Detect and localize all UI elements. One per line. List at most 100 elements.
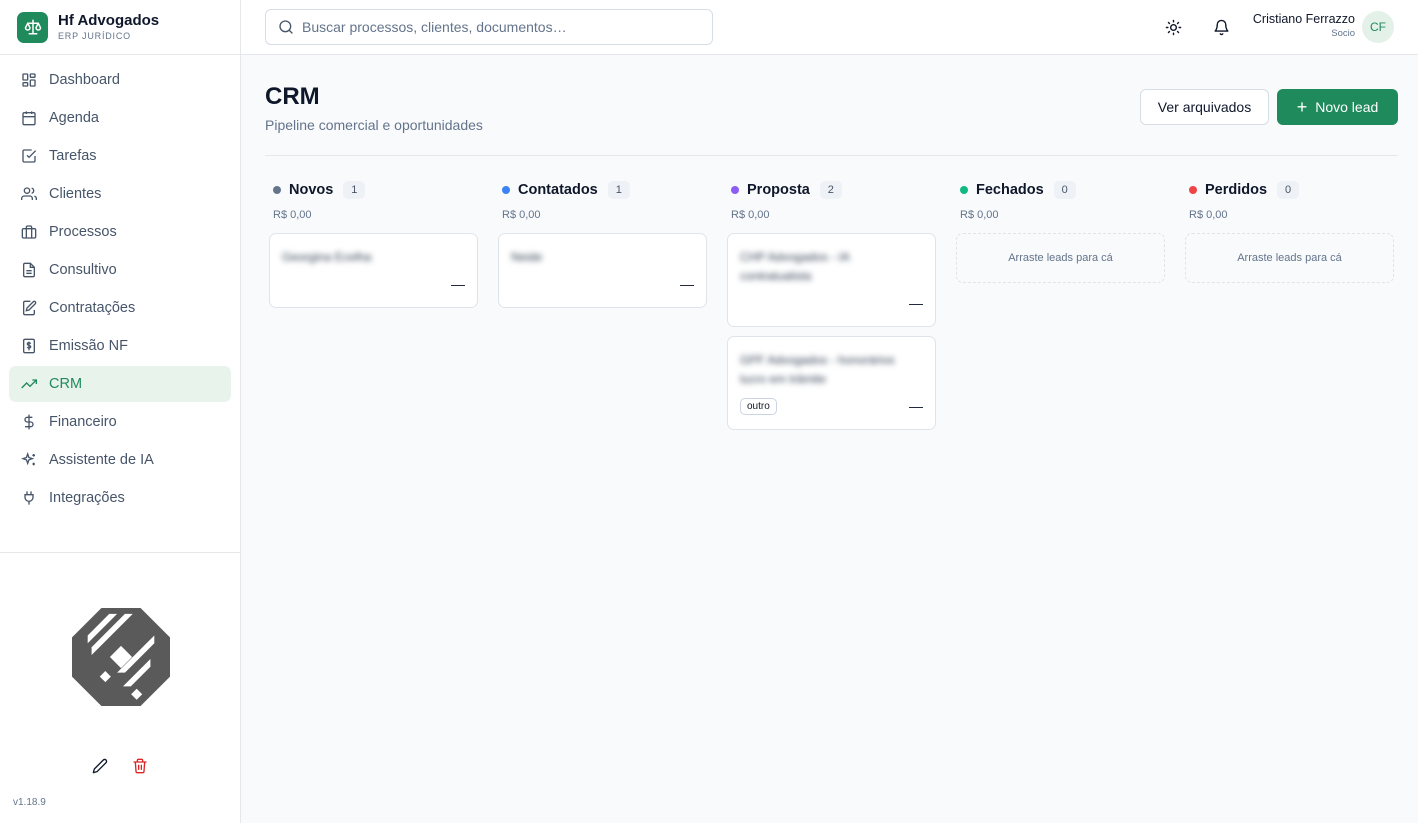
sidebar-item-label: Assistente de IA xyxy=(49,452,154,468)
column-total: R$ 0,00 xyxy=(273,209,312,221)
sidebar-item-assistente-ia[interactable]: Assistente de IA xyxy=(9,442,231,478)
lead-card[interactable]: GPF Advogados - honorários lucro em trâm… xyxy=(727,336,936,430)
pipeline-column-novos: Novos 1 R$ 0,00 Georgina Ecelha — xyxy=(269,181,478,308)
sidebar-item-processos[interactable]: Processos xyxy=(9,214,231,250)
column-count-badge: 0 xyxy=(1277,181,1300,199)
trash-icon[interactable] xyxy=(130,756,150,776)
lead-card-title: Neide xyxy=(511,250,543,264)
drop-zone[interactable]: Arraste leads para cá xyxy=(956,233,1165,283)
sidebar-item-label: Integrações xyxy=(49,490,125,506)
calendar-icon xyxy=(22,111,36,126)
theme-toggle-button[interactable] xyxy=(1162,16,1184,38)
lead-card-value: — xyxy=(909,295,923,311)
user-info[interactable]: Cristiano Ferrazzo Socio xyxy=(1253,12,1355,41)
lead-card[interactable]: Neide — xyxy=(498,233,707,308)
notifications-button[interactable] xyxy=(1210,16,1232,38)
sidebar-item-label: Consultivo xyxy=(49,262,117,278)
plug-icon xyxy=(24,491,34,505)
column-total: R$ 0,00 xyxy=(960,209,999,221)
sidebar-item-tarefas[interactable]: Tarefas xyxy=(9,138,231,174)
column-header: Proposta 2 xyxy=(727,181,936,199)
avatar[interactable]: CF xyxy=(1362,11,1394,43)
column-count-badge: 2 xyxy=(819,181,842,199)
status-dot xyxy=(1189,186,1197,194)
column-title: Fechados xyxy=(976,182,1044,198)
sidebar-item-clientes[interactable]: Clientes xyxy=(9,176,231,212)
pipeline-column-proposta: Proposta 2 R$ 0,00 CHP Advogados - IA co… xyxy=(727,181,936,430)
sidebar-item-consultivo[interactable]: Consultivo xyxy=(9,252,231,288)
dashboard-icon xyxy=(22,73,36,87)
firm-logo xyxy=(72,608,170,706)
sidebar-item-label: Agenda xyxy=(49,110,99,126)
bell-icon xyxy=(1213,19,1229,35)
column-title: Proposta xyxy=(747,182,810,198)
scales-icon xyxy=(17,11,48,43)
lead-card-title: Georgina Ecelha xyxy=(282,250,372,264)
brand-subtitle: ERP JURÍDICO xyxy=(58,31,131,41)
search-input[interactable] xyxy=(302,19,692,35)
sidebar-item-label: Tarefas xyxy=(49,148,97,164)
column-header: Perdidos 0 xyxy=(1185,181,1394,199)
column-count-badge: 0 xyxy=(1053,181,1076,199)
search-box[interactable] xyxy=(265,9,713,45)
briefcase-icon xyxy=(21,225,37,239)
sidebar-item-label: Clientes xyxy=(49,186,102,202)
sidebar-item-label: Financeiro xyxy=(49,414,117,430)
main-content: CRM Pipeline comercial e oportunidades V… xyxy=(241,55,1418,823)
lead-card-footer: — xyxy=(740,294,923,312)
column-header: Novos 1 xyxy=(269,181,478,199)
status-dot xyxy=(731,186,739,194)
checkbox-icon xyxy=(22,149,37,163)
status-dot xyxy=(960,186,968,194)
sidebar-divider xyxy=(0,552,240,553)
dollar-icon xyxy=(24,414,34,430)
pencil-icon[interactable] xyxy=(90,756,110,776)
pipeline-column-contatados: Contatados 1 R$ 0,00 Neide — xyxy=(498,181,707,308)
lead-card-title: GPF Advogados - honorários lucro em trâm… xyxy=(740,353,895,386)
sidebar-item-dashboard[interactable]: Dashboard xyxy=(9,62,231,98)
document-icon xyxy=(23,262,35,278)
topbar: Cristiano Ferrazzo Socio CF xyxy=(241,0,1418,55)
sidebar-item-label: CRM xyxy=(49,376,83,392)
brand[interactable]: Hf Advogados ERP JURÍDICO xyxy=(0,0,240,55)
lead-card-tag: outro xyxy=(740,397,777,415)
column-title: Perdidos xyxy=(1205,182,1268,198)
user-role: Socio xyxy=(1331,28,1355,39)
view-archived-button[interactable]: Ver arquivados xyxy=(1140,89,1269,125)
lead-card-title: CHP Advogados - IA contratualista xyxy=(740,250,850,283)
sidebar-item-contratacoes[interactable]: Contratações xyxy=(9,290,231,326)
lead-card-value: — xyxy=(451,276,465,292)
brand-name: Hf Advogados xyxy=(58,12,160,29)
new-lead-button[interactable]: + Novo lead xyxy=(1277,89,1398,125)
column-header: Fechados 0 xyxy=(956,181,1165,199)
trending-up-icon xyxy=(21,379,37,389)
sidebar-item-agenda[interactable]: Agenda xyxy=(9,100,231,136)
lead-card-footer: — xyxy=(282,275,465,293)
sidebar-item-emissao-nf[interactable]: Emissão NF xyxy=(9,328,231,364)
lead-card-value: — xyxy=(909,398,923,414)
page-title: CRM xyxy=(265,83,320,110)
sun-icon xyxy=(1165,19,1181,35)
lead-card-footer: outro — xyxy=(740,397,923,415)
sidebar-item-label: Contratações xyxy=(49,300,136,316)
sidebar-item-integracoes[interactable]: Integrações xyxy=(9,480,231,516)
sidebar-nav: Dashboard Agenda Tarefas Clientes Proces… xyxy=(0,55,240,516)
sidebar-item-label: Dashboard xyxy=(49,72,120,88)
lead-card[interactable]: CHP Advogados - IA contratualista — xyxy=(727,233,936,327)
pipeline-column-perdidos: Perdidos 0 R$ 0,00 Arraste leads para cá xyxy=(1185,181,1394,283)
column-title: Contatados xyxy=(518,182,598,198)
plus-icon: + xyxy=(1296,97,1308,117)
user-name: Cristiano Ferrazzo xyxy=(1252,12,1355,26)
sidebar-item-crm[interactable]: CRM xyxy=(9,366,231,402)
page-subtitle: Pipeline comercial e oportunidades xyxy=(265,117,483,133)
lead-card[interactable]: Georgina Ecelha — xyxy=(269,233,478,308)
view-archived-label: Ver arquivados xyxy=(1157,99,1252,115)
column-title: Novos xyxy=(289,182,334,198)
receipt-icon xyxy=(23,338,35,354)
pipeline-column-fechados: Fechados 0 R$ 0,00 Arraste leads para cá xyxy=(956,181,1165,283)
sidebar: Hf Advogados ERP JURÍDICO Dashboard Agen… xyxy=(0,0,241,823)
sidebar-item-financeiro[interactable]: Financeiro xyxy=(9,404,231,440)
drop-zone[interactable]: Arraste leads para cá xyxy=(1185,233,1394,283)
column-count-badge: 1 xyxy=(607,181,630,199)
status-dot xyxy=(273,186,281,194)
